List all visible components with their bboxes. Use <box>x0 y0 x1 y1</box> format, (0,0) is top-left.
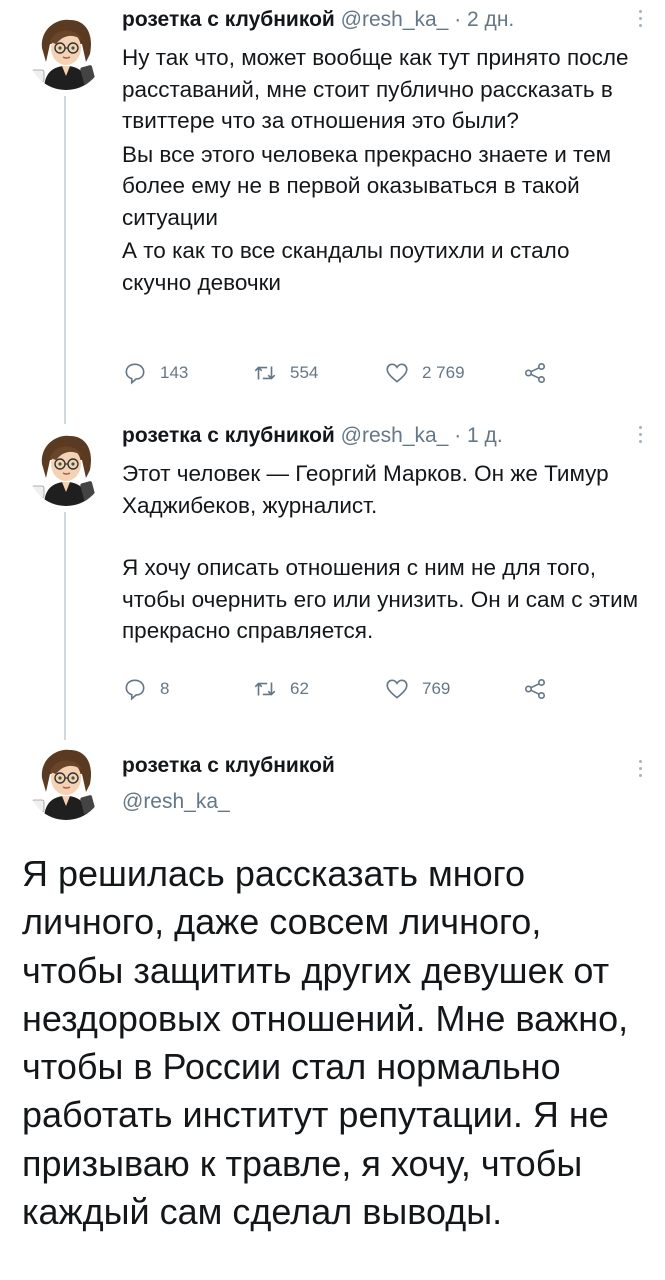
username[interactable]: @resh_ka_ <box>341 424 449 447</box>
tweet-actions: 143 554 2 769 <box>122 360 562 392</box>
tweet-header: розетка с клубникой @resh_ka_ · 2 дн. <box>122 8 605 32</box>
tweet-header: розетка с клубникой @resh_ka_ · 1 д. <box>122 424 605 448</box>
thread-line <box>64 410 66 424</box>
reply-button[interactable]: 8 <box>122 676 169 702</box>
reply-count: 143 <box>160 363 189 382</box>
reply-count: 8 <box>160 679 170 698</box>
tweet-2[interactable]: розетка с клубникой @resh_ka_ · 1 д. Это… <box>0 410 665 740</box>
tweet-paragraph: Вы все этого человека прекрасно знаете и… <box>122 141 612 230</box>
share-icon <box>524 678 546 700</box>
display-name[interactable]: розетка с клубникой <box>122 8 335 31</box>
tweet-text: Этот человек — Георгий Марков. Он же Тим… <box>122 458 643 647</box>
retweet-icon <box>254 682 276 696</box>
tweet-1[interactable]: розетка с клубникой @resh_ka_ · 2 дн. Ну… <box>0 0 665 410</box>
username[interactable]: @resh_ka_ <box>122 790 230 814</box>
tweet-paragraph: Я хочу описать отношения с ним не для то… <box>122 555 639 643</box>
like-button[interactable]: 769 <box>384 676 450 702</box>
tweet-text: Ну так что, может вообще как тут принято… <box>122 42 643 298</box>
tweet-actions: 8 62 769 <box>122 676 562 708</box>
retweet-button[interactable]: 62 <box>252 676 309 702</box>
retweet-button[interactable]: 554 <box>252 360 318 386</box>
thread-line <box>64 512 66 740</box>
avatar[interactable] <box>28 430 104 506</box>
display-name[interactable]: розетка с клубникой <box>122 424 335 447</box>
retweet-count: 62 <box>290 679 309 698</box>
timestamp[interactable]: · 2 дн. <box>454 8 514 31</box>
username[interactable]: @resh_ka_ <box>341 8 449 31</box>
thread-line <box>64 96 66 410</box>
more-icon[interactable] <box>637 422 643 447</box>
reply-icon <box>125 363 145 385</box>
tweet-paragraph: А то как то все скандалы поутихли и стал… <box>122 238 570 295</box>
heart-icon <box>386 363 408 383</box>
share-button[interactable] <box>522 360 548 386</box>
timestamp[interactable]: · 1 д. <box>454 424 502 447</box>
share-icon <box>524 362 546 384</box>
tweet-paragraph: Этот человек — Георгий Марков. Он же Тим… <box>122 461 609 518</box>
share-button[interactable] <box>522 676 548 702</box>
like-count: 2 769 <box>422 363 465 382</box>
more-icon[interactable] <box>637 756 643 781</box>
display-name[interactable]: розетка с клубникой <box>122 754 335 778</box>
tweet-text: Я решилась рассказать много личного, даж… <box>22 853 629 1233</box>
reply-icon <box>125 679 145 701</box>
reply-button[interactable]: 143 <box>122 360 188 386</box>
like-button[interactable]: 2 769 <box>384 360 465 386</box>
like-count: 769 <box>422 679 451 698</box>
retweet-count: 554 <box>290 363 319 382</box>
retweet-icon <box>254 366 276 380</box>
more-icon[interactable] <box>637 6 643 31</box>
heart-icon <box>386 679 408 699</box>
avatar[interactable] <box>28 14 104 90</box>
avatar[interactable] <box>28 744 104 820</box>
tweet-paragraph: Ну так что, может вообще как тут принято… <box>122 45 629 133</box>
